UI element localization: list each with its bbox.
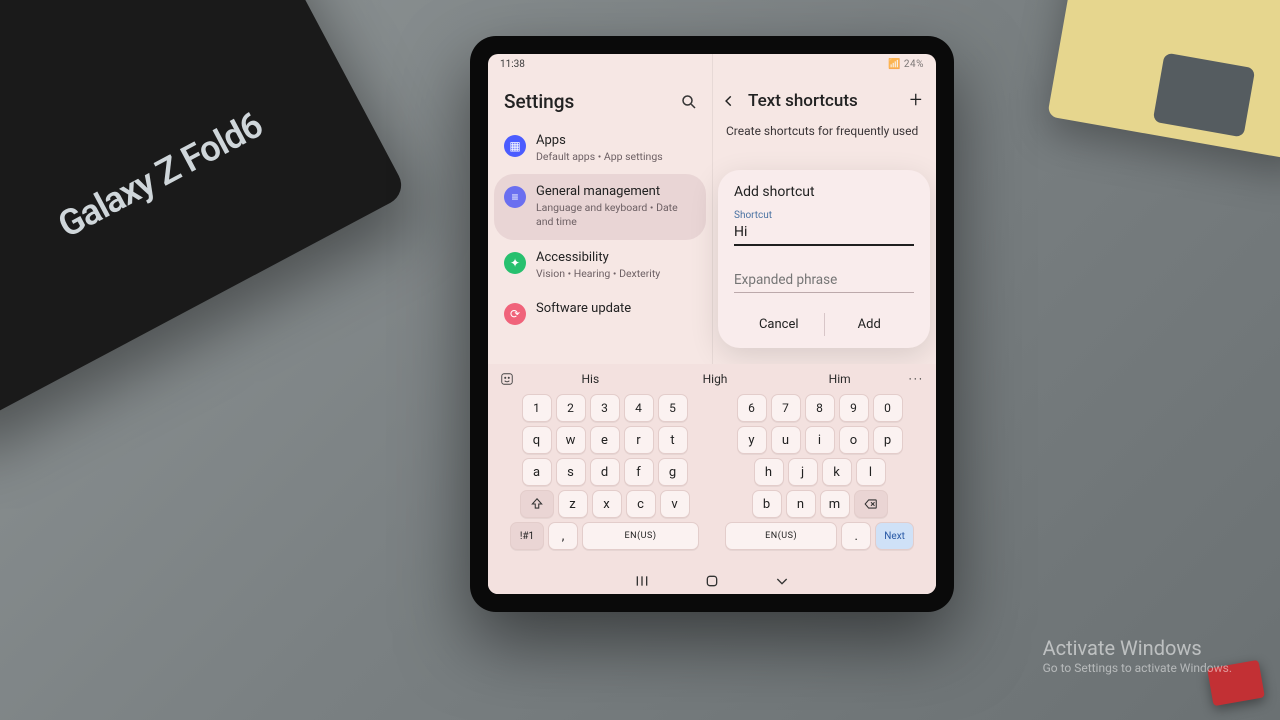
- key-symbols[interactable]: !#1: [510, 522, 544, 550]
- chevron-down-icon: [774, 573, 790, 589]
- suggestion-3[interactable]: Him: [777, 372, 902, 386]
- key-o[interactable]: o: [839, 426, 869, 454]
- key-i[interactable]: i: [805, 426, 835, 454]
- back-button[interactable]: [722, 94, 736, 108]
- keyboard-left-half: 1 2 3 4 5 q w e r t: [510, 394, 699, 564]
- home-icon: [704, 573, 720, 589]
- key-next[interactable]: Next: [875, 522, 914, 550]
- phone-device: 11:38 📶 24% Settings ▦: [470, 36, 954, 612]
- nav-hide-keyboard-button[interactable]: [774, 573, 790, 589]
- sidebar-item-label: Accessibility: [536, 250, 660, 265]
- key-5[interactable]: 5: [658, 394, 688, 422]
- key-1[interactable]: 1: [522, 394, 552, 422]
- key-h[interactable]: h: [754, 458, 784, 486]
- search-button[interactable]: [680, 93, 698, 111]
- sidebar-item-label: Apps: [536, 133, 663, 148]
- apps-icon: ▦: [504, 135, 526, 157]
- key-comma[interactable]: ,: [548, 522, 578, 550]
- key-4[interactable]: 4: [624, 394, 654, 422]
- key-j[interactable]: j: [788, 458, 818, 486]
- key-e[interactable]: e: [590, 426, 620, 454]
- key-6[interactable]: 6: [737, 394, 767, 422]
- accessibility-icon: ✦: [504, 252, 526, 274]
- key-8[interactable]: 8: [805, 394, 835, 422]
- sidebar-item-apps[interactable]: ▦ Apps Default apps • App settings: [494, 123, 706, 174]
- key-w[interactable]: w: [556, 426, 586, 454]
- key-space-right[interactable]: EN(US): [725, 522, 837, 550]
- keyboard-right-half: 6 7 8 9 0 y u i o p: [725, 394, 914, 564]
- sidebar-item-sub: Language and keyboard • Date and time: [536, 201, 696, 229]
- shortcut-field-label: Shortcut: [734, 210, 914, 221]
- key-a[interactable]: a: [522, 458, 552, 486]
- settings-title: Settings: [504, 90, 574, 113]
- key-2[interactable]: 2: [556, 394, 586, 422]
- watermark-sub: Go to Settings to activate Windows.: [1043, 661, 1232, 676]
- key-n[interactable]: n: [786, 490, 816, 518]
- status-time: 11:38: [500, 59, 525, 70]
- key-7[interactable]: 7: [771, 394, 801, 422]
- add-button[interactable]: Add: [825, 307, 915, 342]
- shift-icon: [530, 497, 544, 511]
- sidebar-item-accessibility[interactable]: ✦ Accessibility Vision • Hearing • Dexte…: [494, 240, 706, 291]
- shortcut-input[interactable]: [734, 224, 914, 246]
- key-d[interactable]: d: [590, 458, 620, 486]
- sidebar-item-label: Software update: [536, 301, 631, 316]
- key-g[interactable]: g: [658, 458, 688, 486]
- key-x[interactable]: x: [592, 490, 622, 518]
- expanded-phrase-input[interactable]: [734, 268, 914, 293]
- key-p[interactable]: p: [873, 426, 903, 454]
- add-shortcut-dialog: Add shortcut Shortcut Cancel Add: [718, 170, 930, 348]
- more-suggestions-button[interactable]: ···: [902, 372, 924, 386]
- suggestion-1[interactable]: His: [528, 372, 653, 386]
- key-r[interactable]: r: [624, 426, 654, 454]
- key-q[interactable]: q: [522, 426, 552, 454]
- dialog-title: Add shortcut: [734, 184, 914, 200]
- software-update-icon: ⟳: [504, 303, 526, 325]
- watermark-title: Activate Windows: [1043, 636, 1232, 661]
- windows-watermark: Activate Windows Go to Settings to activ…: [1043, 636, 1232, 676]
- key-f[interactable]: f: [624, 458, 654, 486]
- key-z[interactable]: z: [558, 490, 588, 518]
- key-t[interactable]: t: [658, 426, 688, 454]
- page-description: Create shortcuts for frequently used: [712, 121, 936, 140]
- general-management-icon: ≡: [504, 186, 526, 208]
- key-backspace[interactable]: [854, 490, 888, 518]
- key-9[interactable]: 9: [839, 394, 869, 422]
- page-title: Text shortcuts: [748, 91, 898, 111]
- key-0[interactable]: 0: [873, 394, 903, 422]
- key-period[interactable]: .: [841, 522, 871, 550]
- sidebar-item-sub: Vision • Hearing • Dexterity: [536, 267, 660, 281]
- key-shift[interactable]: [520, 490, 554, 518]
- key-m[interactable]: m: [820, 490, 850, 518]
- key-space-left[interactable]: EN(US): [582, 522, 699, 550]
- nav-home-button[interactable]: [704, 573, 720, 589]
- suggestion-2[interactable]: High: [653, 372, 778, 386]
- search-icon: [680, 93, 698, 111]
- sidebar-item-general-management[interactable]: ≡ General management Language and keyboa…: [494, 174, 706, 239]
- key-c[interactable]: c: [626, 490, 656, 518]
- key-l[interactable]: l: [856, 458, 886, 486]
- sidebar-item-software-update[interactable]: ⟳ Software update: [494, 291, 706, 335]
- key-3[interactable]: 3: [590, 394, 620, 422]
- status-indicators: 📶 24%: [888, 59, 924, 70]
- recent-icon: [634, 573, 650, 589]
- cancel-button[interactable]: Cancel: [734, 307, 824, 342]
- keyboard: His High Him ··· 1 2 3 4 5: [488, 364, 936, 594]
- key-s[interactable]: s: [556, 458, 586, 486]
- backspace-icon: [864, 497, 878, 511]
- key-v[interactable]: v: [660, 490, 690, 518]
- key-b[interactable]: b: [752, 490, 782, 518]
- sticker-icon: [500, 372, 514, 386]
- key-k[interactable]: k: [822, 458, 852, 486]
- sticker-button[interactable]: [500, 372, 528, 386]
- suggestion-bar: His High Him: [528, 372, 902, 386]
- nav-recent-button[interactable]: [634, 573, 650, 589]
- add-shortcut-button[interactable]: +: [910, 88, 924, 113]
- sidebar-item-label: General management: [536, 184, 696, 199]
- key-y[interactable]: y: [737, 426, 767, 454]
- sidebar-item-sub: Default apps • App settings: [536, 150, 663, 164]
- chevron-left-icon: [722, 94, 736, 108]
- android-nav-bar: [488, 568, 936, 594]
- key-u[interactable]: u: [771, 426, 801, 454]
